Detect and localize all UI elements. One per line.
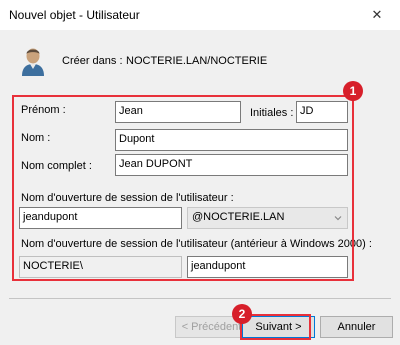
close-button[interactable]: ✕: [354, 0, 400, 30]
separator: [9, 298, 391, 299]
window-title: Nouvel objet - Utilisateur: [9, 8, 140, 22]
user-icon: [18, 45, 48, 77]
close-icon: ✕: [371, 7, 383, 22]
create-in-label: Créer dans :: [62, 55, 123, 67]
annotation-badge-1: 1: [343, 81, 363, 101]
annotation-badge-2: 2: [232, 304, 252, 324]
cancel-button[interactable]: Annuler: [320, 316, 393, 338]
title-bar: Nouvel objet - Utilisateur ✕: [0, 0, 400, 30]
create-in-value: NOCTERIE.LAN/NOCTERIE: [126, 55, 268, 67]
annotation-box-1: [12, 95, 354, 281]
